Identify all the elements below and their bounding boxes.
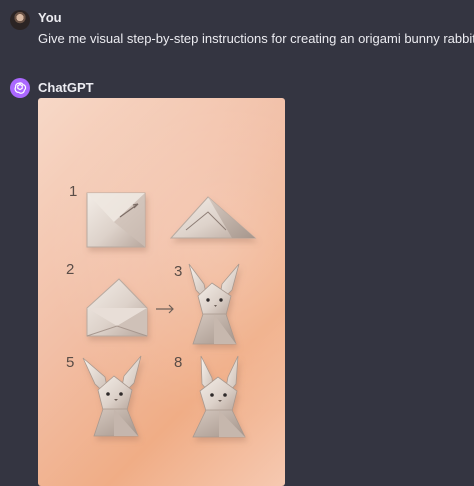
- user-author: You: [38, 10, 62, 25]
- bunny-step-8: [192, 355, 246, 438]
- chatgpt-logo-icon: [10, 78, 30, 98]
- assistant-author: ChatGPT: [38, 80, 94, 95]
- step-1-triangle: [169, 196, 257, 239]
- right-arrow-icon: [156, 304, 174, 314]
- origami-instructions-image: 1 2 3 5 8: [38, 98, 285, 486]
- step-2-folded-paper: [86, 278, 148, 337]
- step-1-folded-square: [86, 192, 146, 248]
- user-message-text: Give me visual step-by-step instructions…: [38, 31, 474, 46]
- bunny-step-3: [188, 263, 240, 345]
- user-avatar[interactable]: [10, 10, 30, 30]
- origami-diagram-art: [82, 192, 257, 438]
- bunny-step-5: [82, 355, 142, 437]
- chat-page: You Give me visual step-by-step instruct…: [0, 0, 474, 486]
